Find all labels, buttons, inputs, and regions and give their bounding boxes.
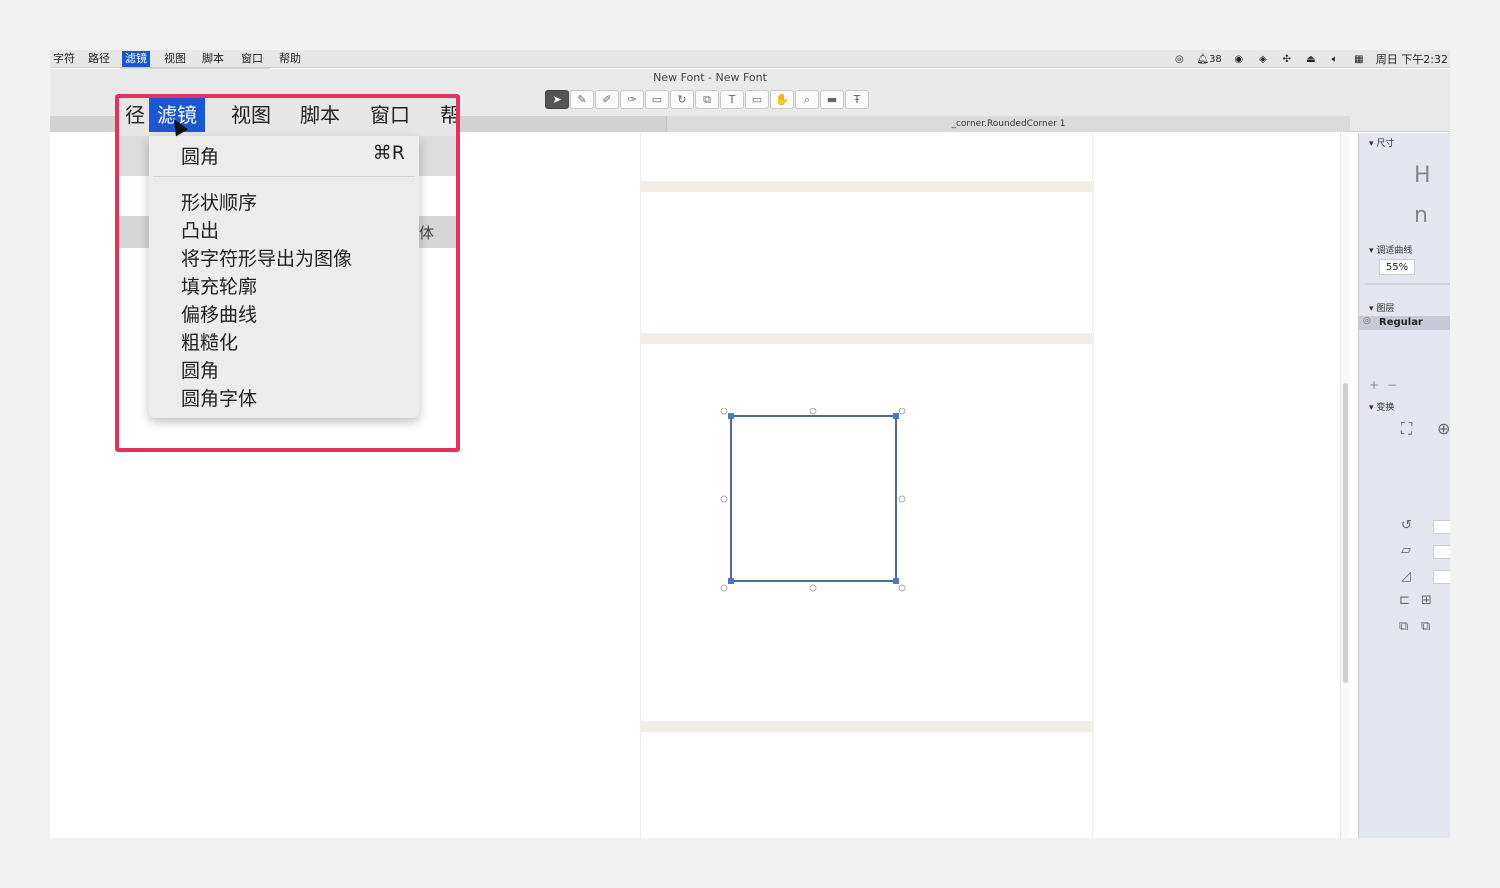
scroll-thumb[interactable] — [1343, 383, 1348, 683]
menubar: 字符 路径 滤镜 视图 脚本 窗口 帮助 ◎ 🔔︎ 38 ◉ ◈ ✣ ⏏ 🔈︎ ▦… — [50, 50, 1450, 68]
pencil-tool-icon[interactable]: ✐ — [595, 90, 619, 109]
node-handle — [728, 413, 734, 419]
zoom-menu-script[interactable]: 脚本 — [292, 98, 348, 132]
menu-separator — [153, 176, 415, 177]
gpu-icon[interactable]: ◈ — [1256, 53, 1270, 65]
slant-input[interactable] — [1433, 545, 1450, 559]
menu-shortcut: ⌘R — [372, 142, 405, 164]
filter-dropdown-menu: 圆角 ⌘R 形状顺序 凸出 将字符形导出为图像 填充轮廓 偏移曲线 粗糙化 圆角… — [149, 136, 419, 418]
hand-tool-icon[interactable]: ✋ — [770, 90, 794, 109]
node-handle — [728, 578, 734, 584]
union-icon[interactable]: ⧉ — [1399, 619, 1408, 634]
menu-item-rounded-corner[interactable]: 圆角 — [181, 142, 219, 169]
window-title: New Font - New Font — [653, 71, 767, 84]
zoom-menu-path[interactable]: 径 — [119, 98, 153, 132]
eye-icon[interactable]: ◎ — [1363, 316, 1371, 326]
annotation-tool-icon[interactable]: ▭ — [745, 90, 769, 109]
size-section-header[interactable]: ▾ 尺寸 — [1369, 136, 1394, 149]
zoom-menubar: 径 滤镜 视图 脚本 窗口 帮 — [119, 98, 456, 136]
skew-icon[interactable]: ◿ — [1401, 569, 1411, 584]
tab-rounded-corner[interactable]: _corner.RoundedCorner 1 — [666, 116, 1350, 132]
network-icon[interactable]: ✣ — [1280, 53, 1294, 65]
subtract-icon[interactable]: ⧉ — [1421, 619, 1430, 634]
remove-layer-button[interactable]: − — [1387, 378, 1397, 392]
layer-row[interactable]: ◎ Regular — [1359, 316, 1450, 330]
inspector-panel: ▾ 尺寸 H n ▾ 调适曲线 55% ▾ 图层 ◎ Regular + − ▾… — [1358, 133, 1450, 838]
zoomed-callout: 径 滤镜 视图 脚本 窗口 帮 体 圆角 ⌘R 形状顺序 凸出 将字符形导出为图… — [115, 94, 460, 452]
curve-percent-input[interactable]: 55% — [1379, 259, 1415, 275]
app-icon[interactable]: ◉ — [1232, 53, 1246, 65]
rotate-input[interactable] — [1433, 520, 1450, 534]
menu-filter[interactable]: 滤镜 — [122, 51, 150, 67]
rotate-icon[interactable]: ↺ — [1401, 518, 1412, 533]
node-handle — [893, 413, 899, 419]
text-preview-tool-icon[interactable]: Ŧ — [845, 90, 869, 109]
notify-count: 38 — [1209, 53, 1222, 65]
vertical-scrollbar[interactable] — [1340, 133, 1350, 838]
screen: 字符 路径 滤镜 视图 脚本 窗口 帮助 ◎ 🔔︎ 38 ◉ ◈ ✣ ⏏ 🔈︎ ▦… — [50, 50, 1450, 838]
metric-line — [641, 721, 1094, 732]
toolbar: ➤ ✎ ✐ ✑ ▭ ↻ ⧉ T ▭ ✋ ⌕ ▬ Ŧ — [545, 90, 869, 109]
notification-badge[interactable]: 🔔︎ 38 — [1196, 53, 1221, 65]
scale-tool-icon[interactable]: ⧉ — [695, 90, 719, 109]
clock[interactable]: 周日 下午2:32 — [1376, 51, 1448, 67]
bounding-box-icon[interactable]: ⛶ — [1401, 419, 1412, 439]
menu-item-fill-outline[interactable]: 填充轮廓 — [181, 272, 257, 299]
measure-tool-icon[interactable]: ▬ — [820, 90, 844, 109]
center-origin-icon[interactable]: ⊕ — [1437, 419, 1450, 438]
menu-item-export-image[interactable]: 将字符形导出为图像 — [181, 244, 352, 271]
curve-slider[interactable] — [1365, 283, 1450, 285]
rectangle-tool-icon[interactable]: ▭ — [645, 90, 669, 109]
node-handle — [893, 578, 899, 584]
text-tool-icon[interactable]: T — [720, 90, 744, 109]
status-area: ◎ 🔔︎ 38 ◉ ◈ ✣ ⏏ 🔈︎ ▦ 周日 下午2:32 — [1172, 50, 1450, 68]
select-tool-icon[interactable]: ➤ — [545, 90, 569, 109]
zoom-menu-help[interactable]: 帮 — [432, 98, 456, 132]
slant-icon[interactable]: ▱ — [1401, 543, 1411, 558]
menu-item-shape-order[interactable]: 形状顺序 — [181, 188, 257, 215]
align-center-icon[interactable]: ⊞ — [1421, 593, 1432, 608]
zoom-tool-icon[interactable]: ⌕ — [795, 90, 819, 109]
menu-view[interactable]: 视图 — [161, 51, 189, 67]
add-layer-button[interactable]: + — [1369, 378, 1379, 392]
size-h-preview-icon: H — [1414, 163, 1431, 188]
menu-item-round-font[interactable]: 圆角字体 — [181, 384, 257, 411]
menu-item-extrude[interactable]: 凸出 — [181, 216, 219, 243]
zoom-menu-window[interactable]: 窗口 — [362, 98, 418, 132]
curve-section-header[interactable]: ▾ 调适曲线 — [1369, 243, 1412, 256]
menu-script[interactable]: 脚本 — [199, 51, 227, 67]
menu-help[interactable]: 帮助 — [276, 51, 304, 67]
menu-path[interactable]: 路径 — [85, 51, 113, 67]
menu-glyph[interactable]: 字符 — [50, 51, 78, 67]
pen-tool-icon[interactable]: ✎ — [570, 90, 594, 109]
metric-line — [641, 181, 1094, 192]
size-n-preview-icon: n — [1414, 203, 1428, 228]
eject-icon[interactable]: ⏏ — [1304, 53, 1318, 65]
volume-icon[interactable]: 🔈︎ — [1328, 53, 1342, 65]
glyph-shape[interactable] — [720, 408, 910, 593]
zoom-gray-text: 体 — [419, 224, 435, 242]
layer-name: Regular — [1379, 317, 1423, 328]
sync-icon[interactable]: ◎ — [1172, 53, 1186, 65]
rotate-tool-icon[interactable]: ↻ — [670, 90, 694, 109]
transform-section-header[interactable]: ▾ 变换 — [1369, 400, 1394, 413]
zoom-menu-view[interactable]: 视图 — [223, 98, 279, 132]
input-method-icon[interactable]: ▦ — [1352, 53, 1366, 65]
menu-item-offset-curve[interactable]: 偏移曲线 — [181, 300, 257, 327]
layers-section-header[interactable]: ▾ 图层 — [1369, 301, 1394, 314]
skew-input[interactable] — [1433, 570, 1450, 584]
menu-item-roughen[interactable]: 粗糙化 — [181, 328, 238, 355]
menu-item-round-corner[interactable]: 圆角 — [181, 356, 219, 383]
align-left-icon[interactable]: ⊏ — [1399, 593, 1410, 608]
metric-line — [641, 333, 1094, 344]
brush-tool-icon[interactable]: ✑ — [620, 90, 644, 109]
menu-window[interactable]: 窗口 — [238, 51, 266, 67]
